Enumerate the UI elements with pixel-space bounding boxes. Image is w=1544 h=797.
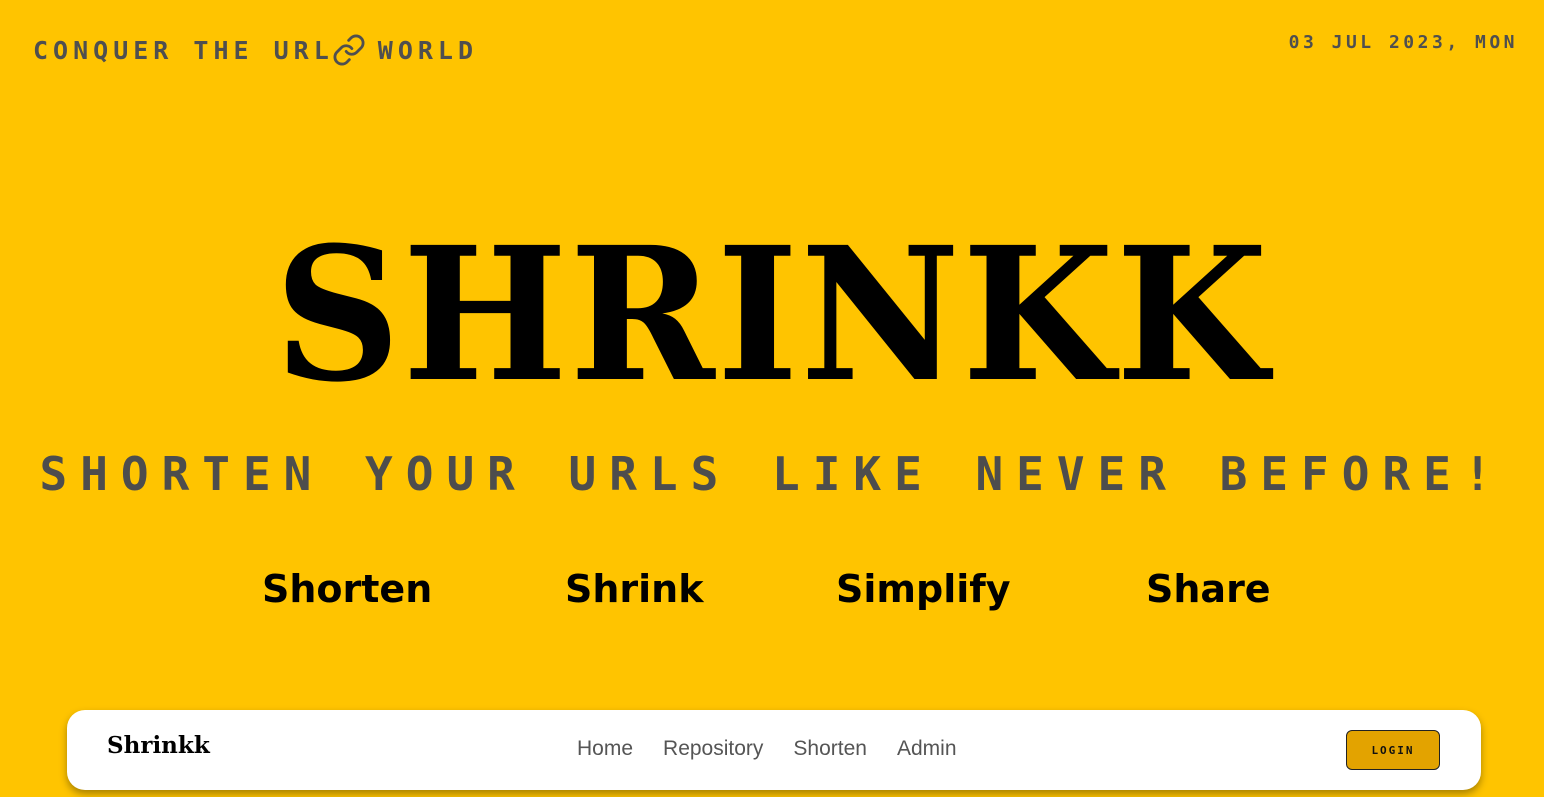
tagline-text-end: World [377,35,479,65]
current-date: 03 Jul 2023, Mon [1288,32,1518,53]
header-tagline: Conquer the URL World [33,32,478,68]
feature-shrink: Shrink [565,567,704,611]
navbar: Shrinkk Home Repository Shorten Admin Lo… [67,710,1481,790]
feature-shorten: Shorten [262,567,433,611]
feature-share: Share [1146,567,1271,611]
nav-link-admin[interactable]: Admin [897,737,957,761]
login-button[interactable]: Login [1346,730,1440,770]
navbar-brand[interactable]: Shrinkk [107,732,210,759]
link-icon [332,33,366,67]
feature-simplify: Simplify [836,567,1011,611]
nav-link-shorten[interactable]: Shorten [793,737,867,761]
nav-link-repository[interactable]: Repository [663,737,763,761]
tagline-text-start: Conquer the URL [33,35,334,65]
navbar-links: Home Repository Shorten Admin [577,737,957,761]
nav-link-home[interactable]: Home [577,737,633,761]
hero-title: SHRINKK [274,207,1270,423]
hero-subtitle: Shorten your URLs like never before! [39,447,1505,501]
